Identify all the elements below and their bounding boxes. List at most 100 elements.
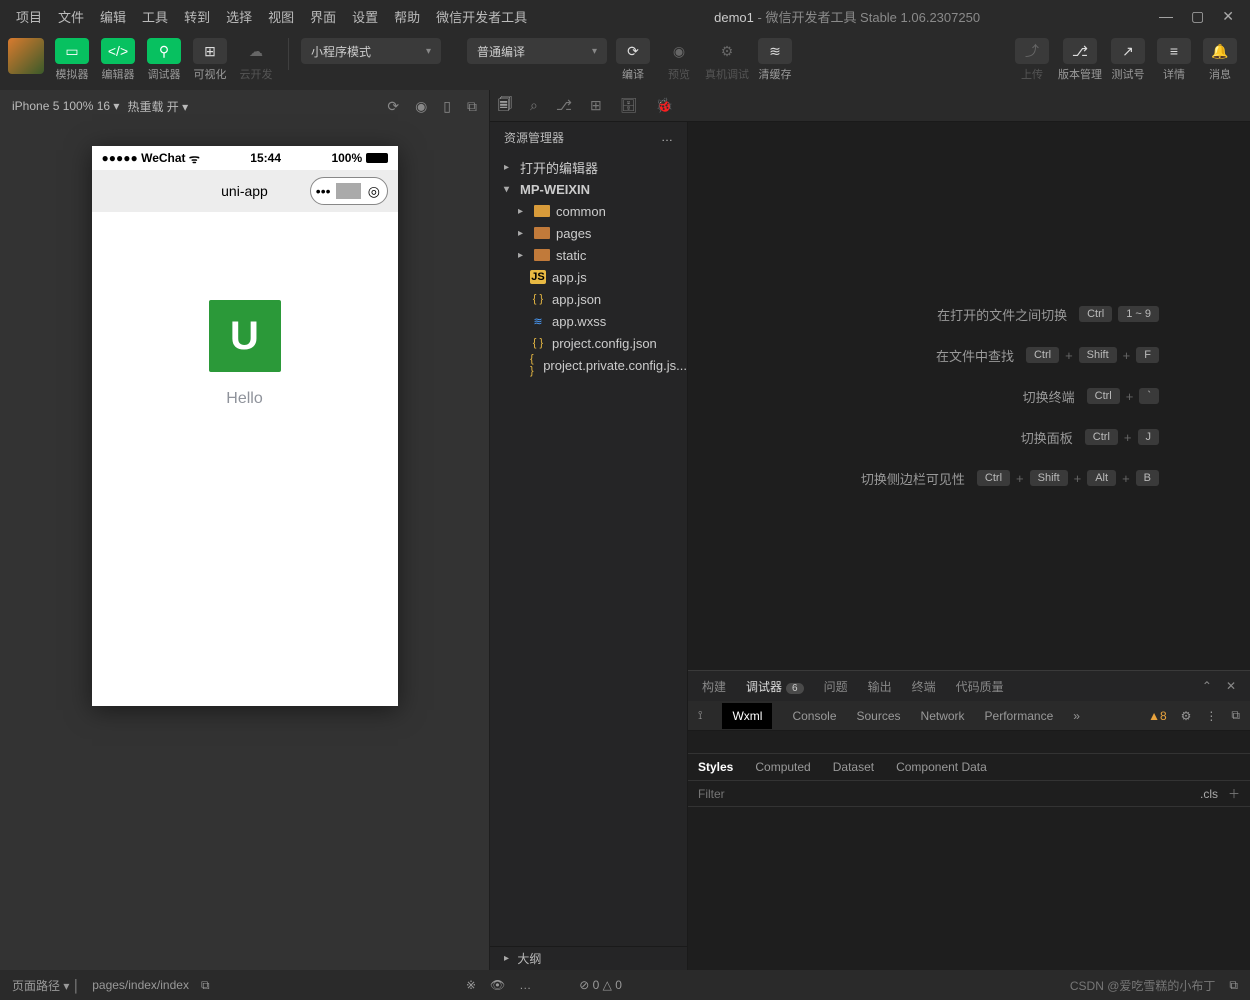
menu-interface[interactable]: 界面 [302, 3, 344, 30]
menu-file[interactable]: 文件 [50, 3, 92, 30]
tree-item[interactable]: { }project.config.json [490, 332, 687, 354]
phone-icon[interactable]: ▯ [443, 98, 451, 115]
tree-item[interactable]: ▸common [490, 200, 687, 222]
upload-button[interactable]: ⤴ [1015, 38, 1049, 64]
shortcut-row: 在文件中查找Ctrl+Shift+F [779, 346, 1159, 365]
capsule-more-icon[interactable]: ••• [311, 183, 336, 199]
tree-root[interactable]: ▾MP-WEIXIN [490, 178, 687, 200]
bug-icon[interactable]: 🐞 [656, 97, 673, 114]
styletab-styles[interactable]: Styles [698, 760, 733, 774]
refresh-icon[interactable]: ⟳ [387, 98, 399, 115]
preview-label: 预览 [668, 66, 690, 82]
add-style-icon[interactable]: ＋ [1228, 785, 1240, 802]
search-icon[interactable]: ⌕ [530, 97, 538, 114]
simulator-button[interactable]: ▭ [55, 38, 89, 64]
git-icon[interactable]: ⎇ [556, 97, 572, 114]
close-icon[interactable]: ✕ [1222, 8, 1234, 25]
mode-dropdown[interactable]: 小程序模式▾ [301, 38, 441, 64]
menu-help[interactable]: 帮助 [386, 3, 428, 30]
avatar[interactable] [8, 38, 44, 74]
tab-quality[interactable]: 代码质量 [956, 678, 1004, 695]
files-icon[interactable]: 🗐 [498, 94, 512, 118]
tree-item[interactable]: ≋app.wxss [490, 310, 687, 332]
menu-settings[interactable]: 设置 [344, 3, 386, 30]
tab-debugger[interactable]: 调试器6 [746, 678, 804, 695]
preview-button[interactable]: ◉ [662, 38, 696, 64]
cls-toggle[interactable]: .cls [1200, 787, 1218, 801]
dock-icon[interactable]: ⧉ [1231, 708, 1240, 723]
capsule-close-icon[interactable]: ◎ [361, 183, 386, 200]
clearcache-label: 清缓存 [759, 66, 792, 82]
db-icon[interactable]: 🗄 [620, 97, 638, 114]
ext-icon[interactable]: ⊞ [590, 97, 602, 114]
maximize-icon[interactable]: ▢ [1191, 8, 1204, 25]
hot-reload-toggle[interactable]: 热重载 开 ▾ [127, 98, 188, 115]
tree-item[interactable]: { }app.json [490, 288, 687, 310]
styletab-computed[interactable]: Computed [755, 760, 810, 774]
outline-section[interactable]: ▸ 大纲 [490, 946, 687, 970]
menu-view[interactable]: 视图 [260, 3, 302, 30]
shortcut-row: 切换面板Ctrl+J [779, 428, 1159, 447]
tree-item[interactable]: ▸static [490, 244, 687, 266]
capsule-menu[interactable]: ••• ◎ [310, 177, 388, 205]
menu-goto[interactable]: 转到 [176, 3, 218, 30]
kebab-icon[interactable]: ⋮ [1205, 709, 1217, 723]
tab-output[interactable]: 输出 [868, 678, 892, 695]
copy-icon[interactable]: ⧉ [467, 98, 477, 115]
menu-edit[interactable]: 编辑 [92, 3, 134, 30]
device-select[interactable]: iPhone 5 100% 16 ▾ [12, 99, 119, 113]
styletab-dataset[interactable]: Dataset [833, 760, 874, 774]
opened-editors-section[interactable]: ▸打开的编辑器 [490, 156, 687, 178]
explorer-panel: 资源管理器 … ▸打开的编辑器 ▾MP-WEIXIN ▸common▸pages… [490, 122, 688, 970]
detail-button[interactable]: ≡ [1157, 38, 1191, 64]
close-panel-icon[interactable]: ✕ [1226, 679, 1236, 693]
compile-button[interactable]: ⟳ [616, 38, 650, 64]
devtab-console[interactable]: Console [792, 709, 836, 723]
copy-path-icon[interactable]: ⧉ [201, 978, 210, 993]
styletab-component[interactable]: Component Data [896, 760, 987, 774]
chevron-up-icon[interactable]: ⌃ [1202, 679, 1212, 693]
version-button[interactable]: ⎇ [1063, 38, 1097, 64]
real-debug-button[interactable]: ⚙ [710, 38, 744, 64]
inspect-icon[interactable]: ⟟ [698, 708, 702, 723]
menu-tools[interactable]: 工具 [134, 3, 176, 30]
gear-icon[interactable]: ⚙ [1181, 709, 1192, 723]
editor-button[interactable]: </> [101, 38, 135, 64]
error-warn-count[interactable]: ⊘ 0 △ 0 [579, 978, 622, 992]
tab-problems[interactable]: 问题 [824, 678, 848, 695]
main-toolbar: ▭模拟器 </>编辑器 ⚲调试器 ⊞可视化 ☁云开发 小程序模式▾ 普通编译▾ … [0, 32, 1250, 90]
devtab-network[interactable]: Network [921, 709, 965, 723]
menu-wxdevtools[interactable]: 微信开发者工具 [428, 3, 535, 30]
tab-build[interactable]: 构建 [702, 678, 726, 695]
uni-logo: U [209, 300, 281, 372]
debugger-button[interactable]: ⚲ [147, 38, 181, 64]
testnum-button[interactable]: ↗ [1111, 38, 1145, 64]
devtab-wxml[interactable]: Wxml [722, 703, 772, 729]
detail-label: 详情 [1163, 66, 1185, 82]
battery-label: 100% [331, 151, 362, 165]
clear-cache-button[interactable]: ≋ [758, 38, 792, 64]
layout-icon[interactable]: ⧉ [1229, 978, 1238, 993]
more-icon[interactable]: … [661, 130, 673, 144]
more-status-icon[interactable]: … [519, 978, 531, 992]
eye-icon[interactable]: 👁 [490, 978, 505, 992]
menu-project[interactable]: 项目 [8, 3, 50, 30]
record-icon[interactable]: ◉ [415, 98, 427, 115]
menu-select[interactable]: 选择 [218, 3, 260, 30]
tree-item[interactable]: JSapp.js [490, 266, 687, 288]
visual-button[interactable]: ⊞ [193, 38, 227, 64]
devtab-performance[interactable]: Performance [985, 709, 1054, 723]
cloud-button[interactable]: ☁ [239, 38, 273, 64]
style-filter-input[interactable] [698, 787, 1200, 801]
page-path[interactable]: pages/index/index [92, 978, 189, 992]
devtab-sources[interactable]: Sources [857, 709, 901, 723]
devtab-more-icon[interactable]: » [1073, 709, 1080, 723]
notify-button[interactable]: 🔔 [1203, 38, 1237, 64]
tree-item[interactable]: ▸pages [490, 222, 687, 244]
compile-dropdown[interactable]: 普通编译▾ [467, 38, 607, 64]
warning-badge[interactable]: ▲8 [1148, 709, 1167, 723]
minimize-icon[interactable]: — [1159, 8, 1173, 25]
bug-icon-status[interactable]: ※ [466, 978, 476, 992]
tab-terminal[interactable]: 终端 [912, 678, 936, 695]
tree-item[interactable]: { }project.private.config.js... [490, 354, 687, 376]
